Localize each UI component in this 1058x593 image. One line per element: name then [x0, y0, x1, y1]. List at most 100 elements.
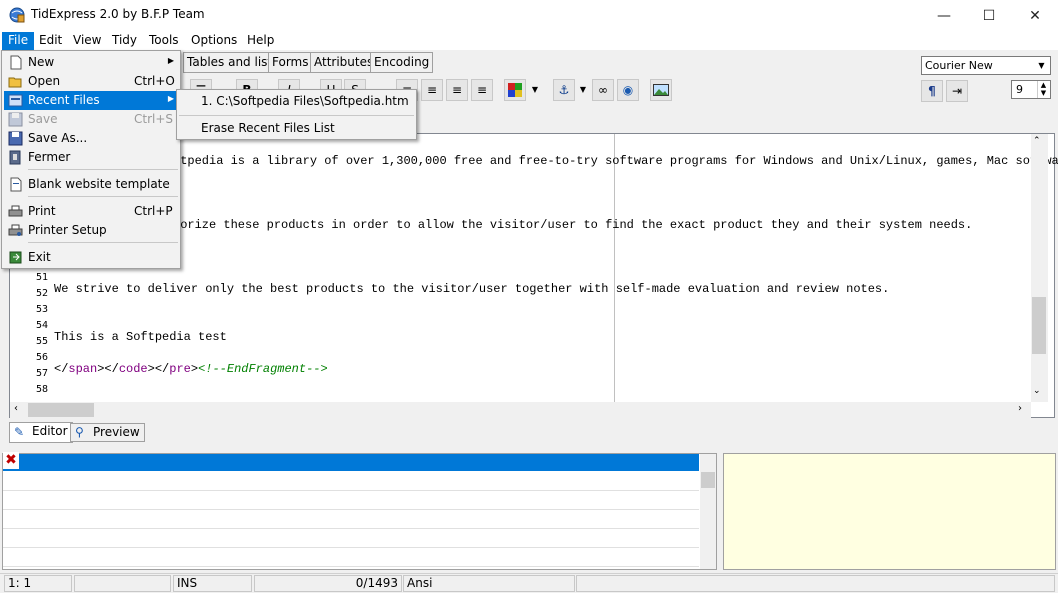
menu-bar: File Edit View Tidy Tools Options Help: [0, 31, 1058, 50]
code-punct: ></: [97, 362, 119, 376]
menu-item-exit[interactable]: Exit: [4, 248, 180, 267]
scroll-left-icon[interactable]: ‹: [14, 403, 18, 414]
template-icon: [10, 177, 22, 192]
menu-item-new[interactable]: New ▶: [4, 53, 180, 72]
status-char-count: 0/1493: [254, 575, 402, 592]
code-punct: >: [190, 362, 199, 376]
exit-icon: [9, 251, 22, 264]
recent-files-submenu: 1. C:\Softpedia Files\Softpedia.htm Eras…: [176, 89, 417, 140]
font-select[interactable]: Courier New ▼: [921, 56, 1051, 75]
notes-pane[interactable]: [723, 453, 1056, 570]
image-icon[interactable]: [650, 79, 672, 101]
recent-file-item[interactable]: 1. C:\Softpedia Files\Softpedia.htm: [201, 94, 409, 108]
message-row[interactable]: [3, 510, 699, 529]
globe-icon[interactable]: ◉: [617, 79, 639, 101]
menu-edit[interactable]: Edit: [33, 32, 68, 50]
editor-vertical-scrollbar[interactable]: [1031, 134, 1048, 402]
menu-item-print[interactable]: Print Ctrl+P: [4, 202, 180, 221]
anchor-icon[interactable]: ⚓: [553, 79, 575, 101]
close-button[interactable]: ✕: [1012, 0, 1058, 31]
message-row[interactable]: [3, 472, 699, 491]
spin-arrows-icon[interactable]: ▲ ▼: [1037, 81, 1049, 98]
message-row[interactable]: [3, 548, 699, 567]
save-icon: [8, 112, 23, 127]
code-tag: span: [68, 362, 98, 376]
chevron-down-icon[interactable]: ▼: [1035, 58, 1048, 73]
code-line: gorize these products in order to allow …: [173, 218, 973, 232]
line-number: 52: [35, 288, 48, 299]
menu-separator: [28, 196, 178, 197]
message-row[interactable]: [3, 491, 699, 510]
line-number: 54: [35, 320, 48, 331]
title-bar[interactable]: TidExpress 2.0 by B.F.P Team — ☐ ✕: [0, 0, 1058, 31]
messages-scroll-thumb[interactable]: [701, 472, 715, 488]
anchor-dropdown-icon[interactable]: ▼: [577, 79, 589, 101]
menu-item-open[interactable]: Open Ctrl+O: [4, 72, 180, 91]
editor-horizontal-scrollbar[interactable]: [10, 402, 1031, 419]
code-line: We strive to deliver only the best produ…: [54, 282, 890, 296]
menu-file[interactable]: File: [2, 32, 35, 50]
line-number: 53: [35, 304, 48, 315]
justify-icon[interactable]: ≡: [471, 79, 493, 101]
minimize-button[interactable]: —: [921, 0, 967, 31]
scroll-down-icon[interactable]: ⌄: [1033, 386, 1041, 396]
menu-separator: [28, 242, 178, 243]
menu-view[interactable]: View: [67, 32, 107, 50]
tab-attributes[interactable]: Attributes: [310, 52, 378, 73]
menu-tools[interactable]: Tools: [143, 32, 185, 50]
status-empty-field: [576, 575, 1055, 592]
file-menu: New ▶ Open Ctrl+O Recent Files ▶ Save Ct…: [1, 50, 181, 269]
status-encoding: Ansi: [403, 575, 575, 592]
menu-item-blank-template[interactable]: Blank website template: [4, 175, 180, 194]
app-globe-icon: [9, 7, 25, 23]
horizontal-scroll-thumb[interactable]: [28, 403, 94, 417]
color-dropdown-icon[interactable]: ▼: [529, 79, 541, 101]
close-doc-icon: [9, 150, 21, 165]
indent-icon[interactable]: ⇥: [946, 80, 968, 102]
menu-options[interactable]: Options: [185, 32, 243, 50]
menu-tidy[interactable]: Tidy: [106, 32, 143, 50]
tab-preview-label: Preview: [93, 425, 140, 439]
tab-encoding[interactable]: Encoding: [370, 52, 434, 73]
tab-editor[interactable]: ✎ Editor: [9, 422, 73, 443]
scroll-up-icon[interactable]: ⌃: [1033, 136, 1041, 146]
save-as-icon: [8, 131, 23, 146]
tab-editor-label: Editor: [32, 424, 68, 438]
menu-separator: [179, 115, 414, 116]
align-center-icon[interactable]: ≡: [421, 79, 443, 101]
font-size-stepper[interactable]: 9 ▲ ▼: [1011, 80, 1051, 99]
clear-messages-icon[interactable]: ✖: [3, 452, 19, 469]
menu-separator: [28, 169, 178, 170]
paragraph-mark-icon[interactable]: ¶: [921, 80, 943, 102]
code-punct: </: [54, 362, 69, 376]
printer-setup-icon: [8, 224, 23, 236]
line-number: 55: [35, 336, 48, 347]
vertical-scroll-thumb[interactable]: [1032, 297, 1046, 354]
scroll-right-icon[interactable]: ›: [1018, 403, 1022, 414]
code-tag: pre: [169, 362, 191, 376]
code-line: ftpedia is a library of over 1,300,000 f…: [173, 154, 1058, 168]
messages-header-row[interactable]: [3, 454, 699, 471]
menu-item-save[interactable]: Save Ctrl+S: [4, 110, 180, 129]
menu-item-save-as[interactable]: Save As...: [4, 129, 180, 148]
right-margin-line: [614, 134, 615, 402]
code-punct: ></: [147, 362, 170, 376]
app-window: TidExpress 2.0 by B.F.P Team — ☐ ✕ File …: [0, 0, 1058, 593]
erase-recent-list-item[interactable]: Erase Recent Files List: [201, 121, 335, 135]
menu-help[interactable]: Help: [241, 32, 280, 50]
menu-item-fermer[interactable]: Fermer: [4, 148, 180, 167]
line-number: 51: [35, 272, 48, 283]
open-folder-icon: [8, 77, 22, 88]
menu-item-printer-setup[interactable]: Printer Setup: [4, 221, 180, 240]
tab-preview[interactable]: ⚲ Preview: [70, 423, 145, 442]
message-row[interactable]: [3, 529, 699, 548]
font-select-value: Courier New: [925, 59, 993, 72]
pencil-icon: ✎: [14, 425, 25, 439]
maximize-button[interactable]: ☐: [966, 0, 1012, 31]
recent-icon: [8, 94, 23, 107]
menu-item-recent-files[interactable]: Recent Files ▶: [4, 91, 180, 110]
tab-forms[interactable]: Forms: [268, 52, 313, 73]
chain-link-icon[interactable]: ∞: [592, 79, 614, 101]
color-palette-icon[interactable]: [504, 79, 526, 101]
align-right-icon[interactable]: ≡: [446, 79, 468, 101]
